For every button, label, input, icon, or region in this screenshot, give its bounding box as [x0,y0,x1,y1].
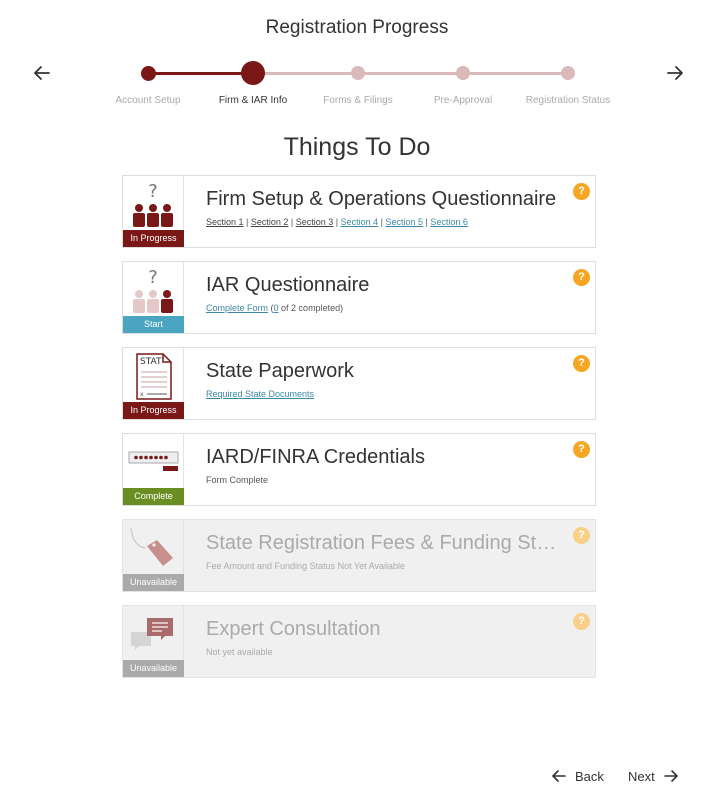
task-progress-text: Complete Form (0 of 2 completed) [206,303,344,313]
step-dot-firm-iar-info[interactable] [241,61,265,85]
step-label-pre-approval: Pre-Approval [433,95,493,106]
task-links: Required State Documents [206,389,314,399]
chat-icon [131,618,173,650]
svg-text:?: ? [148,181,158,202]
task-card-iar-questionnaire[interactable]: ? Start IAR Questionnaire Complete Form … [122,261,596,334]
task-icon-box: ? In Progress [123,176,184,247]
back-button[interactable]: Back [551,768,604,784]
task-title: State Paperwork [206,360,354,382]
arrow-left-icon [552,770,566,782]
svg-text:x: x [140,391,144,398]
help-icon: ? [573,613,590,630]
help-icon[interactable]: ? [573,355,590,372]
status-badge: In Progress [123,402,184,419]
people-question-icon: ? [133,267,173,313]
task-card-state-paperwork[interactable]: STAT x In Progress State Paperwork Requi… [122,347,596,420]
task-icon-box: Complete [123,434,184,505]
step-dot-forms-filings[interactable] [351,66,365,80]
help-icon[interactable]: ? [573,441,590,458]
complete-form-link[interactable]: Complete Form [206,303,268,313]
progress-track-complete [148,72,253,75]
task-icon-box: Unavailable [123,520,184,591]
step-label-forms-filings: Forms & Filings [323,95,393,106]
arrow-right-icon [663,770,678,782]
task-icon-box: STAT x In Progress [123,348,184,419]
back-label: Back [575,768,604,784]
completed-count-suffix: of 2 completed) [281,303,344,313]
document-icon: STAT x [136,353,172,400]
section-1-link[interactable]: Section 1 [206,217,244,227]
status-badge: Unavailable [123,660,184,677]
step-label-registration-status: Registration Status [525,95,611,106]
task-card-expert-consultation: Unavailable Expert Consultation Not yet … [122,605,596,678]
next-step-arrow-icon[interactable] [664,62,686,84]
step-label-account-setup: Account Setup [115,95,181,106]
completed-count-link[interactable]: 0 [274,303,279,313]
task-status-text: Not yet available [206,647,273,657]
task-title: IAR Questionnaire [206,274,370,296]
next-button[interactable]: Next [628,768,679,784]
people-question-icon: ? [133,181,173,227]
section-4-link[interactable]: Section 4 [341,217,379,227]
status-badge: Start [123,316,184,333]
section-3-link[interactable]: Section 3 [296,217,334,227]
required-state-documents-link[interactable]: Required State Documents [206,389,314,399]
section-links: Section 1 | Section 2 | Section 3 | Sect… [206,217,468,227]
task-title: Firm Setup & Operations Questionnaire [206,188,557,210]
task-icon-box: Unavailable [123,606,184,677]
status-badge: Complete [123,488,184,505]
step-dot-pre-approval[interactable] [456,66,470,80]
task-title: Expert Consultation [206,618,381,640]
task-card-iard-finra[interactable]: Complete IARD/FINRA Credentials Form Com… [122,433,596,506]
task-title: State Registration Fees & Funding Status [206,532,566,554]
section-2-link[interactable]: Section 2 [251,217,289,227]
help-icon[interactable]: ? [573,269,590,286]
status-badge: In Progress [123,230,184,247]
task-title: IARD/FINRA Credentials [206,446,425,468]
document-stamp-text: STAT [140,357,162,367]
page-title: Registration Progress [265,17,449,38]
svg-text:?: ? [148,267,158,288]
task-icon-box: ? Start [123,262,184,333]
progress-track-remaining [253,72,568,75]
next-label: Next [628,768,655,784]
section-5-link[interactable]: Section 5 [386,217,424,227]
section-title: Things To Do [283,133,431,161]
help-icon: ? [573,527,590,544]
task-status-text: Form Complete [206,475,269,485]
help-icon[interactable]: ? [573,183,590,200]
prev-step-arrow-icon[interactable] [31,62,53,84]
task-card-firm-setup[interactable]: ? In Progress Firm Setup & Operations Qu… [122,175,596,248]
step-dot-registration-status[interactable] [561,66,575,80]
step-dot-account-setup[interactable] [141,66,156,81]
task-card-state-fees: Unavailable State Registration Fees & Fu… [122,519,596,592]
step-label-firm-iar-info: Firm & IAR Info [218,95,288,106]
task-status-text: Fee Amount and Funding Status Not Yet Av… [206,561,405,571]
section-6-link[interactable]: Section 6 [430,217,468,227]
price-tag-icon [130,527,173,566]
password-icon [128,451,179,471]
status-badge: Unavailable [123,574,184,591]
